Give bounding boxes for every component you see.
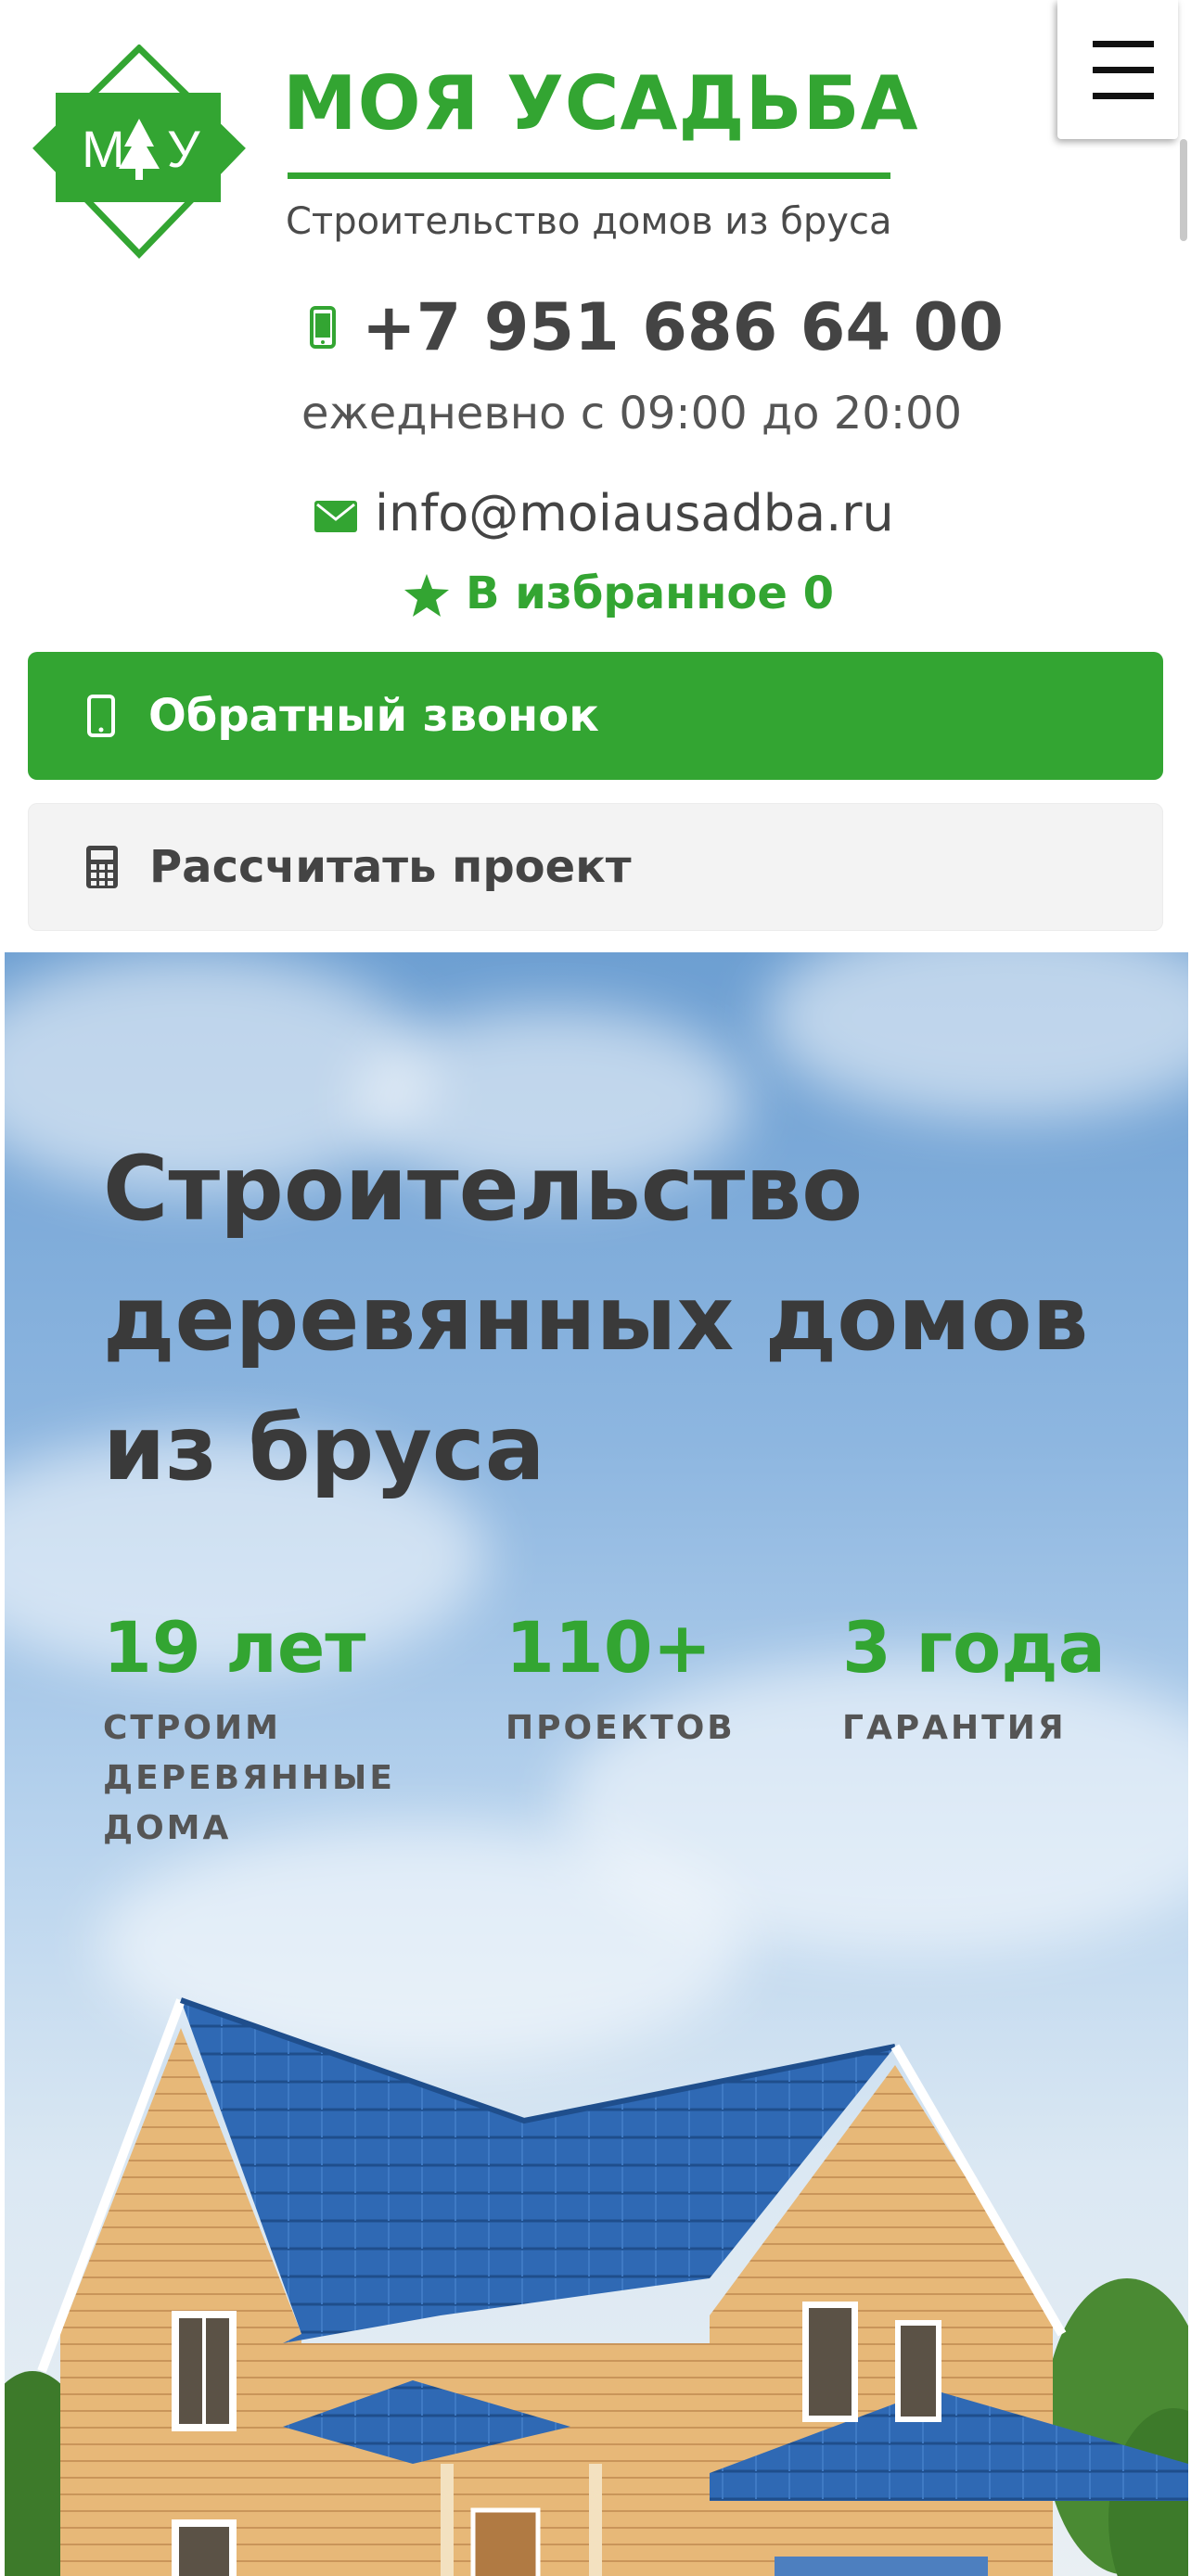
hero-banner: Строительство деревянных домов из бруса … [5, 952, 1188, 2576]
envelope-icon [314, 501, 357, 532]
logo-letter-u: У [167, 120, 200, 178]
stat-label: ПРОЕКТОВ [506, 1709, 736, 1747]
stat-label: ГАРАНТИЯ [842, 1709, 1067, 1747]
brand-underline [288, 172, 890, 179]
callback-button[interactable]: Обратный звонок [28, 652, 1163, 780]
calculate-project-button[interactable]: Рассчитать проект [28, 803, 1163, 931]
stat-value: 110+ [506, 1606, 712, 1689]
brand-name[interactable]: МОЯ УСАДЬБА [283, 67, 919, 141]
email-link[interactable]: info@moiausadba.ru [375, 484, 894, 542]
favorites-link[interactable]: В избранное 0 [466, 567, 834, 619]
stat-value: 19 лет [103, 1606, 366, 1689]
logo[interactable]: М У [28, 45, 250, 263]
stat-projects: 110+ ПРОЕКТОВ [506, 1613, 736, 1753]
star-icon [404, 574, 449, 617]
menu-button[interactable] [1057, 0, 1178, 139]
stat-value: 3 года [842, 1606, 1106, 1689]
stat-years: 19 лет СТРОИМ ДЕРЕВЯННЫЕ ДОМА [103, 1606, 395, 1854]
calculator-icon [86, 846, 118, 888]
mobile-phone-icon [87, 695, 115, 737]
house-image [5, 1997, 1188, 2576]
logo-letter-m: М [82, 120, 125, 178]
hero-title: Строительство деревянных домов из бруса [103, 1137, 1089, 1500]
working-hours: ежедневно с 09:00 до 20:00 [301, 388, 963, 440]
scrollbar[interactable] [1180, 139, 1187, 241]
calculate-project-label: Рассчитать проект [149, 841, 632, 893]
phone-link[interactable]: +7 951 686 64 00 [362, 295, 1004, 360]
callback-button-label: Обратный звонок [148, 690, 599, 742]
stat-warranty: 3 года ГАРАНТИЯ [842, 1613, 1106, 1753]
brand-tagline: Строительство домов из бруса [286, 200, 892, 243]
mobile-phone-icon [310, 306, 336, 349]
stat-label: СТРОИМ ДЕРЕВЯННЫЕ ДОМА [103, 1709, 395, 1847]
